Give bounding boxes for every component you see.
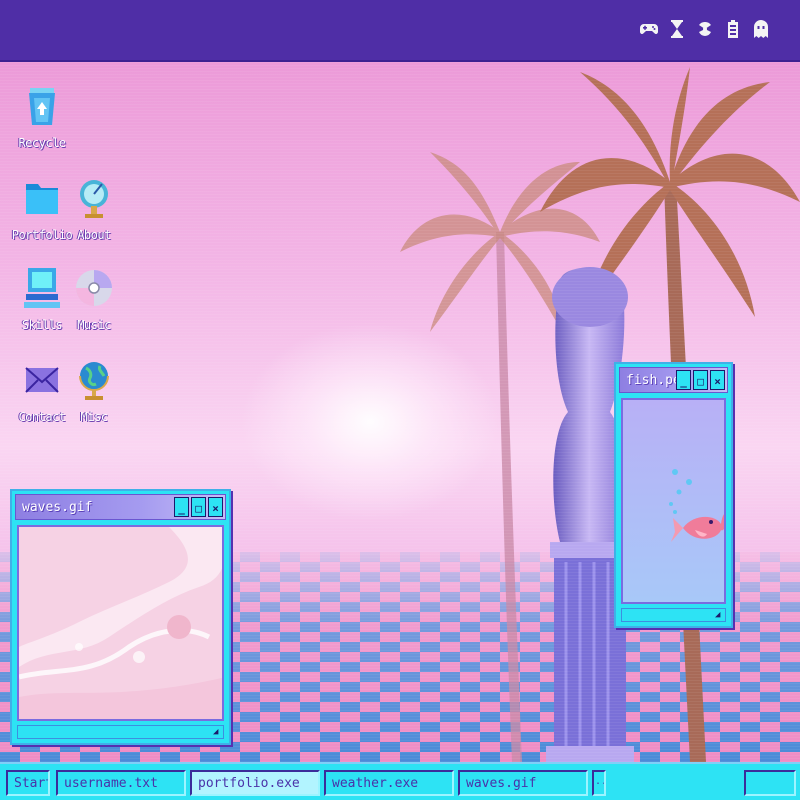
- taskbar-item-weather[interactable]: weather.exe: [324, 770, 454, 796]
- desktop-icon-label: Recycle: [18, 136, 66, 150]
- goldfish-icon[interactable]: [671, 514, 726, 542]
- desktop-icon-label: About: [77, 228, 111, 242]
- window-controls: _ □ ×: [676, 370, 725, 390]
- radiation-icon[interactable]: [696, 18, 714, 40]
- start-button[interactable]: Start: [6, 770, 50, 796]
- maximize-button[interactable]: □: [693, 370, 708, 390]
- cd-icon: [76, 270, 112, 306]
- recycle-bin-icon: [29, 88, 55, 125]
- fish-tank: [669, 469, 726, 542]
- system-tray[interactable]: [744, 770, 796, 796]
- close-button[interactable]: ×: [710, 370, 725, 390]
- minimize-button[interactable]: _: [174, 497, 189, 517]
- taskbar-item-username[interactable]: username.txt: [56, 770, 186, 796]
- window-status-bar: ◢: [17, 725, 224, 739]
- top-tray: [640, 18, 770, 40]
- battery-icon[interactable]: [724, 18, 742, 40]
- window-fish-pet[interactable]: fish.pet _ □ × ◢: [614, 362, 733, 628]
- window-title-bar[interactable]: waves.gif _ □ ×: [15, 494, 226, 520]
- taskbar: Start username.txt portfolio.exe weather…: [0, 762, 800, 800]
- window-waves[interactable]: waves.gif _ □ × ◢: [10, 489, 231, 745]
- close-button[interactable]: ×: [208, 497, 223, 517]
- waves-gif-view: [17, 525, 224, 721]
- window-title-bar[interactable]: fish.pet _ □ ×: [619, 367, 728, 393]
- minimize-button[interactable]: _: [676, 370, 691, 390]
- globe-icon: [79, 362, 109, 400]
- satellite-dish-icon: [80, 180, 108, 218]
- window-controls: _ □ ×: [174, 497, 223, 517]
- ghost-icon[interactable]: [752, 18, 770, 40]
- desktop-icon-label: Music: [77, 318, 111, 332]
- resize-grip-icon[interactable]: ◢: [213, 728, 222, 737]
- waves-image: [19, 527, 222, 719]
- top-menu-bar: [0, 0, 800, 62]
- desktop-icon-music[interactable]: Music: [58, 266, 130, 332]
- hourglass-icon[interactable]: [668, 18, 686, 40]
- resize-grip-icon[interactable]: ◢: [715, 611, 724, 620]
- maximize-button[interactable]: □: [191, 497, 206, 517]
- desktop-icon-label: Misc: [80, 410, 108, 424]
- bubbles: [669, 469, 692, 514]
- fish-tank-view: [621, 398, 726, 604]
- gamepad-icon[interactable]: [640, 18, 658, 40]
- window-title: waves.gif: [22, 500, 93, 515]
- taskbar-overflow-button[interactable]: ..: [592, 770, 606, 796]
- taskbar-item-waves[interactable]: waves.gif: [458, 770, 588, 796]
- window-status-bar: ◢: [621, 608, 726, 622]
- desktop-icon-recycle[interactable]: Recycle: [6, 84, 78, 150]
- desktop-icon-misc[interactable]: Misc: [58, 358, 130, 424]
- taskbar-item-portfolio[interactable]: portfolio.exe: [190, 770, 320, 796]
- desktop-icon-about[interactable]: About: [58, 176, 130, 242]
